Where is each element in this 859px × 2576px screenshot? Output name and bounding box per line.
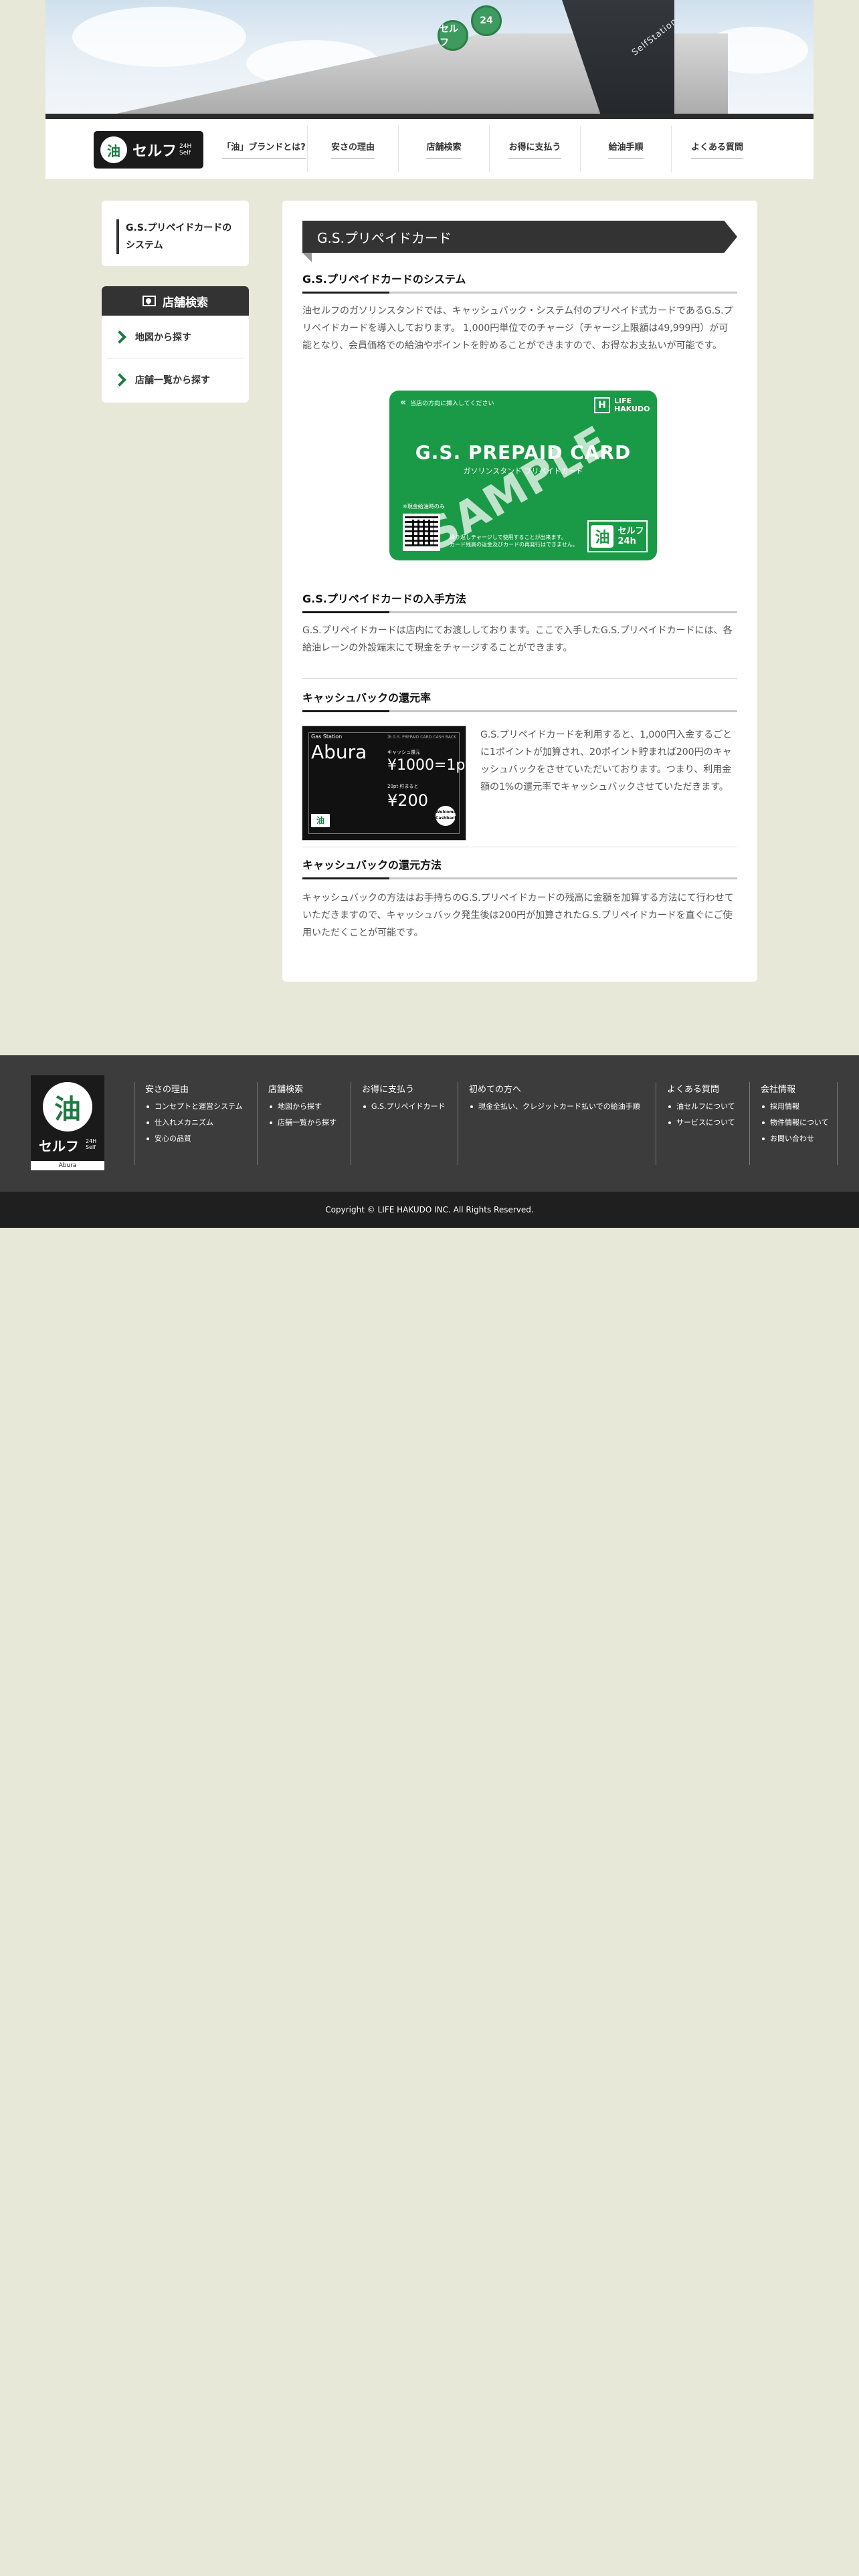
footer-columns: 安さの理由 コンセプトと運営システム 仕入れメカニズム 安心の品質 店舗検索 地… xyxy=(134,1082,838,1165)
cashback-brand: Abura xyxy=(311,741,367,763)
footer-link[interactable]: 物件情報について xyxy=(761,1115,837,1131)
cloud xyxy=(72,7,246,67)
footer-link[interactable]: サービスについて xyxy=(667,1115,749,1131)
title-tail xyxy=(302,253,312,262)
footer-link[interactable]: 安心の品質 xyxy=(145,1131,257,1147)
section-heading-method: キャッシュバックの還元方法 xyxy=(302,856,737,879)
footer-link[interactable]: 油セルフについて xyxy=(667,1099,749,1115)
card-brand: H LIFE HAKUDO xyxy=(594,397,650,413)
cashback-value1: ¥1000=1pt xyxy=(387,757,472,774)
section-heading-rate: キャッシュバックの還元率 xyxy=(302,689,737,712)
hero-bottom-bar xyxy=(45,114,814,119)
footer-link[interactable]: コンセプトと運営システム xyxy=(145,1099,257,1115)
footer-col-reason: 安さの理由 コンセプトと運営システム 仕入れメカニズム 安心の品質 xyxy=(134,1082,257,1165)
card-top-note: «当店の方向に挿入してください xyxy=(400,397,494,408)
hero-banner: セルフ 24 SelfStation xyxy=(45,0,814,119)
sidebar-link-list[interactable]: 店舗一覧から探す xyxy=(107,358,244,401)
cashback-card-image: Gas Station Abura 油 油 G.S. PREPAID CARD … xyxy=(302,726,472,841)
cashback-gs: Gas Station xyxy=(311,734,343,740)
footer-col-title[interactable]: 初めての方へ xyxy=(469,1082,656,1095)
footer-link[interactable]: 採用情報 xyxy=(761,1099,837,1115)
hakudo-logo-icon: H xyxy=(594,397,610,413)
footer-col-first: 初めての方へ 現金全払い、クレジットカード払いでの給油手順 xyxy=(458,1082,656,1165)
sign-24: 24 xyxy=(471,5,502,36)
nav-item-faq[interactable]: よくある質問 xyxy=(672,126,763,173)
sign-self: セルフ xyxy=(438,20,468,51)
section-body-rate: G.S.プリペイドカードを利用すると、1,000円入金するごとに1ポイントが加算… xyxy=(480,730,733,792)
prepaid-card-image: «当店の方向に挿入してください H LIFE HAKUDO G.S. PREPAI… xyxy=(389,391,657,560)
cashback-label2: 20pt 貯まると xyxy=(387,784,419,789)
chevron-right-icon xyxy=(113,330,126,344)
cashback-label1: キャッシュ還元 xyxy=(387,750,420,755)
section-body-method: キャッシュバックの方法はお手持ちのG.S.プリペイドカードの残高に金額を加算する… xyxy=(302,893,734,938)
site-logo[interactable]: 油 セルフ 24H Self xyxy=(94,131,203,169)
sidebar-link-map[interactable]: 地図から探す xyxy=(107,316,244,358)
footer-col-company: 会社情報 採用情報 物件情報について お問い合わせ xyxy=(749,1082,838,1165)
sidebar-store-search: 店舗検索 地図から探す 店舗一覧から探す xyxy=(102,286,249,403)
divider xyxy=(302,678,737,679)
footer-link[interactable]: G.S.プリペイドカード xyxy=(362,1099,458,1115)
cashback-header: 油 G.S. PREPAID CARD CASH BACK xyxy=(387,735,457,740)
footer-link[interactable]: 仕入れメカニズム xyxy=(145,1115,257,1131)
footer-col-title[interactable]: お得に支払う xyxy=(362,1082,458,1095)
footer-link[interactable]: 現金全払い、クレジットカード払いでの給油手順 xyxy=(469,1099,656,1115)
footer-link[interactable]: お問い合わせ xyxy=(761,1131,837,1147)
card-self-logo: 油 セルフ 24h xyxy=(587,520,648,552)
footer-logo[interactable]: 油 セルフ 24H Self Abura xyxy=(31,1075,104,1170)
footer-col-title[interactable]: 店舗検索 xyxy=(268,1082,351,1095)
sidebar-current-page: G.S.プリペイドカードのシステム xyxy=(102,201,249,266)
copyright: Copyright © LIFE HAKUDO INC. All Rights … xyxy=(0,1192,859,1228)
section-heading-obtain: G.S.プリペイドカードの入手方法 xyxy=(302,590,737,613)
logo-word: セルフ xyxy=(132,143,177,160)
cashback-badge: Welcome Cashback xyxy=(436,806,457,826)
qr-code-icon xyxy=(403,514,440,551)
nav-item-brand[interactable]: 「油」ブランドとは? xyxy=(221,126,308,173)
section-heading-system: G.S.プリペイドカードのシステム xyxy=(302,270,737,294)
main-content: G.S.プリペイドカード G.S.プリペイドカードのシステム 油セルフのガソリン… xyxy=(282,201,757,982)
arrows-icon: « xyxy=(400,397,407,408)
footer-col-store: 店舗検索 地図から探す 店舗一覧から探す xyxy=(257,1082,351,1165)
sidebar-item-prepaid-system[interactable]: G.S.プリペイドカードのシステム xyxy=(116,219,237,254)
footer-col-title[interactable]: 会社情報 xyxy=(761,1082,837,1095)
nav-item-refuel-steps[interactable]: 給油手順 xyxy=(581,126,672,173)
map-icon xyxy=(142,296,156,306)
section-body-obtain: G.S.プリペイドカードは店内にてお渡ししております。ここで入手したG.S.プリ… xyxy=(302,625,733,653)
section-body-system: 油セルフのガソリンスタンドでは、キャッシュバック・システム付のプリペイド式カード… xyxy=(302,306,733,351)
chevron-right-icon xyxy=(113,373,126,387)
footer-link[interactable]: 地図から探す xyxy=(268,1099,351,1115)
footer-col-title[interactable]: よくある質問 xyxy=(667,1082,749,1095)
cashback-logo: 油 xyxy=(311,814,330,827)
store-search-heading: 店舗検索 xyxy=(102,286,249,316)
logo-sub: 24H Self xyxy=(179,143,192,156)
card-bottom-note: 繰り返しチャージして使用することが出来ます。 カード残高の返金及びカードの再発行… xyxy=(450,534,578,548)
logo-mark: 油 xyxy=(100,136,127,163)
nav-item-payment[interactable]: お得に支払う xyxy=(490,126,581,173)
footer-col-payment: お得に支払う G.S.プリペイドカード xyxy=(351,1082,458,1165)
footer-col-title[interactable]: 安さの理由 xyxy=(145,1082,257,1095)
global-nav: 油 セルフ 24H Self 「油」ブランドとは? 安さの理由 店舗検索 お得に… xyxy=(45,119,814,179)
nav-item-store-search[interactable]: 店舗検索 xyxy=(399,126,490,173)
card-small-note: ※現金給油時のみ xyxy=(403,504,445,510)
footer-col-faq: よくある質問 油セルフについて サービスについて xyxy=(656,1082,749,1165)
footer-link[interactable]: 店舗一覧から探す xyxy=(268,1115,351,1131)
page-title: G.S.プリペイドカード xyxy=(302,221,737,253)
nav-menu: 「油」ブランドとは? 安さの理由 店舗検索 お得に支払う 給油手順 よくある質問 xyxy=(221,126,763,173)
site-footer: 油 セルフ 24H Self Abura 安さの理由 コンセプトと運営システム … xyxy=(0,1055,859,1192)
nav-item-reason[interactable]: 安さの理由 xyxy=(308,126,399,173)
